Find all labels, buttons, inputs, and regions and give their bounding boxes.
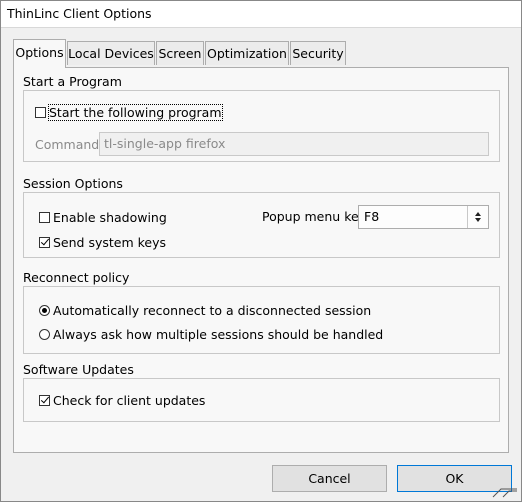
reconnect-policy-group: Automatically reconnect to a disconnecte… xyxy=(23,286,500,354)
window-title: ThinLinc Client Options xyxy=(7,6,152,21)
always-ask-radio[interactable] xyxy=(39,328,50,340)
tab-screen[interactable]: Screen xyxy=(156,41,204,65)
cancel-button[interactable]: Cancel xyxy=(272,465,387,492)
enable-shadowing-row[interactable]: Enable shadowing xyxy=(39,208,167,226)
command-input[interactable]: tl-single-app firefox xyxy=(99,132,489,156)
send-system-keys-row[interactable]: Send system keys xyxy=(39,233,166,251)
options-tab-panel: Start a Program Start the following prog… xyxy=(13,67,509,453)
start-program-checkbox-row[interactable]: Start the following program xyxy=(35,103,223,121)
tab-local-devices[interactable]: Local Devices xyxy=(67,41,155,65)
start-program-section-label: Start a Program xyxy=(23,74,122,89)
enable-shadowing-label: Enable shadowing xyxy=(53,209,167,225)
tab-optimization[interactable]: Optimization xyxy=(205,41,289,65)
reconnect-policy-section-label: Reconnect policy xyxy=(23,270,130,285)
command-label: Command: xyxy=(35,137,104,152)
send-system-keys-checkbox[interactable] xyxy=(39,236,50,248)
start-program-checkbox[interactable] xyxy=(35,106,46,118)
send-system-keys-label: Send system keys xyxy=(53,234,167,250)
resize-grip-icon[interactable] xyxy=(489,477,519,499)
popup-menu-key-value: F8 xyxy=(364,209,380,224)
always-ask-row[interactable]: Always ask how multiple sessions should … xyxy=(39,325,383,343)
auto-reconnect-radio[interactable] xyxy=(39,304,50,316)
always-ask-label: Always ask how multiple sessions should … xyxy=(53,326,384,342)
start-program-checkbox-label: Start the following program xyxy=(48,103,223,121)
enable-shadowing-checkbox[interactable] xyxy=(39,211,50,223)
start-program-group: Start the following program Command: tl-… xyxy=(23,90,500,162)
check-updates-checkbox[interactable] xyxy=(39,394,50,406)
popup-menu-key-label: Popup menu key xyxy=(262,209,367,224)
session-options-section-label: Session Options xyxy=(23,176,123,191)
tab-options[interactable]: Options xyxy=(13,39,66,68)
check-updates-label: Check for client updates xyxy=(53,392,206,408)
auto-reconnect-row[interactable]: Automatically reconnect to a disconnecte… xyxy=(39,301,371,319)
software-updates-section-label: Software Updates xyxy=(23,362,134,377)
updown-arrow-icon xyxy=(467,206,488,228)
title-bar[interactable]: ThinLinc Client Options xyxy=(1,1,521,28)
session-options-group: Enable shadowing Send system keys Popup … xyxy=(23,192,500,258)
options-window: ThinLinc Client Options Options Local De… xyxy=(0,0,522,502)
tab-security[interactable]: Security xyxy=(290,41,346,65)
software-updates-group: Check for client updates xyxy=(23,378,500,422)
check-updates-row[interactable]: Check for client updates xyxy=(39,391,205,409)
auto-reconnect-label: Automatically reconnect to a disconnecte… xyxy=(53,302,372,318)
popup-menu-key-select[interactable]: F8 xyxy=(358,205,489,229)
